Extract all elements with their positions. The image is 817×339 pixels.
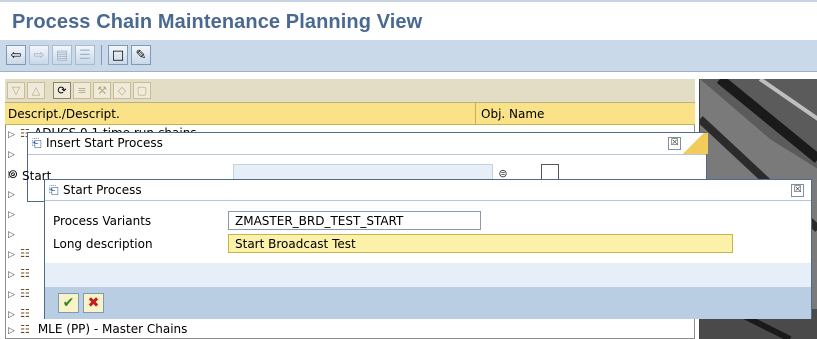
tree-header: Descript./Descript. Obj. Name — [5, 103, 695, 125]
expand-icon: △ — [31, 84, 41, 97]
cancel-x-icon: ✖ — [87, 295, 100, 311]
tool-button[interactable]: ⚒ — [93, 82, 111, 99]
tree-row[interactable]: ▷ ☷ MLE (PP) - Master Chains — [8, 322, 187, 336]
expand-arrow-icon[interactable]: ▷ — [8, 290, 20, 300]
panel-button[interactable]: ▤ — [52, 45, 72, 65]
long-description-field[interactable]: Start Broadcast Test — [228, 234, 733, 253]
checkmark-icon: ✔ — [62, 295, 75, 311]
dialog-icon: ⎗ — [32, 136, 42, 150]
new-page-button[interactable]: □ — [108, 45, 128, 65]
refresh-icon: ⟳ — [57, 84, 67, 97]
process-variants-label: Process Variants — [53, 214, 152, 228]
tree-button[interactable]: ☰ — [75, 45, 95, 65]
tree-row[interactable]: ▷ ☷ — [8, 286, 34, 300]
column-header-object-name[interactable]: Obj. Name — [481, 107, 544, 121]
folder-button[interactable]: ▢ — [133, 82, 151, 99]
cancel-button[interactable]: ✖ — [83, 293, 104, 313]
edit-pen-icon: ✎ — [135, 47, 147, 63]
wrench-icon: ⚒ — [97, 84, 107, 97]
tree-row[interactable]: ▷ ☷ — [8, 266, 34, 280]
dialog-title: ⎗ Start Process — [49, 183, 142, 197]
expand-arrow-icon[interactable]: ▷ — [8, 326, 20, 336]
expand-arrow-icon[interactable]: ▷ — [8, 190, 20, 200]
back-button[interactable]: ⇦ — [6, 45, 26, 65]
tree-icon: ☰ — [79, 47, 91, 63]
favorite-button[interactable]: ◇ — [113, 82, 131, 99]
new-page-icon: □ — [111, 47, 125, 63]
expand-arrow-icon[interactable]: ▷ — [8, 230, 20, 240]
dialog-icon: ⎗ — [49, 183, 59, 197]
folder-icon: ▢ — [136, 84, 148, 97]
refresh-button[interactable]: ⟳ — [53, 82, 71, 99]
column-header-description[interactable]: Descript./Descript. — [8, 107, 120, 121]
diamond-icon: ◇ — [117, 84, 127, 97]
long-description-label: Long description — [53, 237, 153, 251]
expand-arrow-icon[interactable]: ▷ — [8, 250, 20, 260]
title-bar: Process Chain Maintenance Planning View — [0, 0, 817, 40]
expand-arrow-icon[interactable]: ▷ — [8, 310, 20, 320]
tree-toolbar: ▽ △ ⟳ ≡ ⚒ ◇ ▢ — [5, 79, 695, 103]
process-chain-icon: ☷ — [20, 307, 30, 320]
tree-row[interactable]: ▷ — [8, 146, 20, 160]
close-button[interactable]: ☒ — [668, 137, 681, 150]
expand-arrow-icon[interactable]: ▷ — [8, 210, 20, 220]
process-chain-icon: ☷ — [20, 267, 30, 280]
dialog-fields: Process Variants ZMASTER_BRD_TEST_START … — [45, 201, 811, 263]
process-chain-icon: ☷ — [20, 247, 30, 260]
confirm-button[interactable]: ✔ — [58, 293, 79, 313]
page-title: Process Chain Maintenance Planning View — [12, 11, 423, 33]
title-bar-accent — [678, 133, 708, 154]
forward-button[interactable]: ⇨ — [29, 45, 49, 65]
tree-row[interactable]: ▷ — [8, 226, 20, 240]
tree-row[interactable]: ▷ ☷ — [8, 246, 34, 260]
panel-icon: ▤ — [55, 47, 69, 63]
process-chain-icon: ☷ — [20, 287, 30, 300]
expand-all-button[interactable]: △ — [27, 82, 45, 99]
network-icon: ≡ — [77, 84, 87, 97]
application-toolbar: ⇦ ⇨ ▤ ☰ □ ✎ — [0, 40, 817, 72]
dialog-button-bar — [45, 287, 811, 319]
tree-row[interactable]: ▷ — [8, 206, 20, 220]
dialog-title: ⎗ Insert Start Process — [32, 136, 163, 150]
collapse-all-button[interactable]: ▽ — [7, 82, 25, 99]
start-process-dialog: ⎗ Start Process ☒ Process Variants ZMASTE… — [44, 179, 812, 319]
column-divider — [475, 103, 476, 125]
expand-arrow-icon[interactable]: ▷ — [8, 270, 20, 280]
process-chain-icon: ☷ — [20, 323, 30, 336]
expand-arrow-icon[interactable]: ▷ — [8, 150, 20, 160]
tree-row[interactable]: ▷ — [8, 186, 20, 200]
back-icon: ⇦ — [10, 47, 22, 63]
forward-icon: ⇨ — [33, 47, 45, 63]
toolbar-separator — [101, 45, 102, 65]
edit-button[interactable]: ✎ — [131, 45, 151, 65]
collapse-icon: ▽ — [11, 84, 21, 97]
close-button[interactable]: ☒ — [791, 184, 804, 197]
dialog-title-bar: ⎗ Insert Start Process ☒ — [28, 133, 708, 155]
network-button[interactable]: ≡ — [73, 82, 91, 99]
process-variants-field[interactable]: ZMASTER_BRD_TEST_START — [228, 211, 481, 230]
expand-arrow-icon[interactable]: ▷ — [8, 130, 20, 140]
tree-row[interactable]: ▷ ☷ — [8, 306, 34, 320]
start-node-icon: ⊚ — [8, 167, 19, 181]
dialog-title-bar: ⎗ Start Process ☒ — [45, 180, 811, 201]
